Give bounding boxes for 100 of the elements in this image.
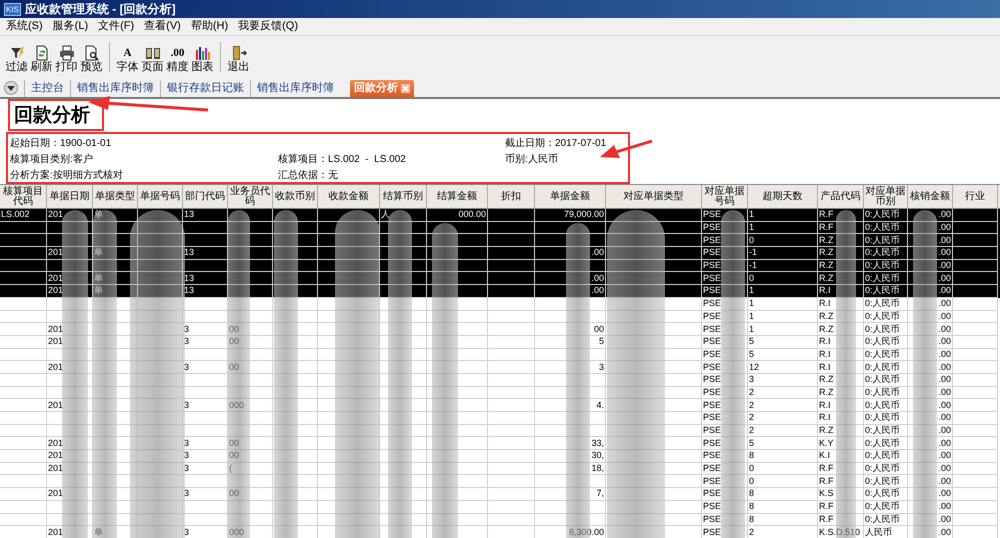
toolbar-button[interactable]: 预览 bbox=[79, 38, 104, 74]
table-cell: PSE bbox=[703, 348, 722, 360]
column-header[interactable]: 核算项目代码 bbox=[0, 185, 47, 208]
table-cell: PSE bbox=[703, 298, 722, 310]
table-cell: 13 bbox=[184, 247, 194, 258]
table-cell: R.I bbox=[819, 336, 831, 348]
tab[interactable]: 主控台 bbox=[24, 80, 70, 96]
table-row[interactable]: 201 3 00 00 PSE 1 R.Z 0:人民币 .00 bbox=[0, 323, 1000, 336]
toolbar-button[interactable]: 打印 bbox=[54, 38, 79, 74]
table-cell: 000 bbox=[229, 400, 244, 411]
table-row[interactable]: 201 3 00 7, PSE 8 K.S 0:人民币 .00 bbox=[0, 488, 1000, 501]
tab[interactable]: 银行存款日记账 bbox=[160, 80, 250, 96]
table-row[interactable]: 201 单 13 .00 PSE -1 R.Z 0:人民币 .00 bbox=[0, 247, 1000, 260]
table-cell: R.Z bbox=[819, 272, 834, 284]
menu-item[interactable]: 我要反馈(Q) bbox=[238, 18, 298, 35]
exit-door-icon bbox=[230, 45, 246, 61]
toolbar-button[interactable]: 过滤 bbox=[4, 38, 29, 74]
table-cell: PSE bbox=[703, 272, 722, 284]
table-cell: 3 bbox=[184, 362, 190, 373]
table-cell: R.Z bbox=[819, 310, 834, 322]
column-header[interactable]: 单据日期 bbox=[47, 185, 93, 208]
table-cell: 5 bbox=[749, 336, 754, 348]
table-row[interactable]: PSE 1 R.Z 0:人民币 .00 bbox=[0, 310, 1000, 324]
toolbar-button[interactable]: 图表 bbox=[190, 38, 215, 74]
table-row[interactable]: PSE 2 R.Z 0:人民币 .00 bbox=[0, 424, 1000, 438]
column-header[interactable]: 单据金额 bbox=[535, 185, 606, 208]
tab[interactable]: 销售出库序时簿 bbox=[250, 80, 340, 96]
table-row[interactable]: 201 3 00 5 PSE 5 R.I 0:人民币 .00 bbox=[0, 336, 1000, 349]
table-cell: 00 bbox=[229, 450, 240, 462]
table-row[interactable]: PSE 0 R.Z 0:人民币 .00 bbox=[0, 234, 1000, 248]
column-header[interactable]: 对应单据号码 bbox=[702, 185, 748, 208]
table-cell: PSE bbox=[703, 247, 722, 258]
table-row[interactable]: PSE 2 R.Z 0:人民币 .00 bbox=[0, 386, 1000, 400]
table-row[interactable]: PSE 2 R.I 0:人民币 .00 bbox=[0, 412, 1000, 425]
column-header[interactable]: 对应单据币别 bbox=[864, 185, 908, 208]
table-row[interactable]: 201 单 13 .00 PSE 0 R.Z 0:人民币 .00 bbox=[0, 272, 1000, 286]
toolbar-button[interactable]: 刷新 bbox=[29, 38, 54, 74]
table-cell: R.F bbox=[819, 501, 834, 512]
column-header[interactable]: 行业 bbox=[953, 185, 998, 208]
table-cell: .00 bbox=[938, 310, 951, 322]
table-row[interactable]: PSE 1 R.F 0:人民币 .00 bbox=[0, 222, 1000, 234]
table-cell: 201 bbox=[48, 336, 64, 348]
tab-list-button[interactable] bbox=[4, 81, 18, 95]
table-row[interactable]: PSE 0 R.F 0:人民币 .00 bbox=[0, 475, 1000, 488]
column-header[interactable]: 单据类型 bbox=[93, 185, 138, 208]
table-row[interactable]: 201 3 000 4. PSE 2 R.I 0:人民币 .00 bbox=[0, 399, 1000, 412]
column-header[interactable]: 单据号码 bbox=[138, 185, 183, 208]
toolbar-button[interactable]: 页面 bbox=[140, 38, 165, 74]
table-cell: R.F bbox=[819, 476, 834, 487]
column-header[interactable]: 收款币别 bbox=[273, 185, 318, 208]
table-cell: PSE bbox=[703, 400, 722, 411]
table-row[interactable]: PSE 5 R.I 0:人民币 .00 bbox=[0, 348, 1000, 362]
column-header[interactable]: 对应单据类型 bbox=[606, 185, 702, 208]
close-icon[interactable] bbox=[401, 84, 410, 92]
column-header[interactable]: 业务员代码 bbox=[228, 185, 273, 208]
column-header[interactable]: 结算币别 bbox=[380, 185, 427, 208]
column-header[interactable]: 折扣 bbox=[488, 185, 535, 208]
column-header[interactable]: 部门代码 bbox=[183, 185, 228, 208]
table-row[interactable]: PSE 8 R.F 0:人民币 .00 bbox=[0, 514, 1000, 526]
table-cell: R.I bbox=[819, 362, 831, 373]
menu-item[interactable]: 文件(F) bbox=[98, 18, 134, 35]
table-row[interactable]: 201 3 00 3 PSE 12 R.I 0:人民币 .00 bbox=[0, 361, 1000, 374]
column-header[interactable]: 结算金额 bbox=[427, 185, 488, 208]
table-cell: 单 bbox=[94, 285, 103, 296]
toolbar-button[interactable]: A 字体 bbox=[115, 38, 140, 74]
menu-item[interactable]: 查看(V) bbox=[144, 18, 181, 35]
column-header[interactable]: 收款金额 bbox=[318, 185, 380, 208]
table-cell: PSE bbox=[703, 260, 722, 272]
table-cell: R.I bbox=[819, 285, 831, 296]
table-cell: .00 bbox=[938, 348, 951, 360]
menu-item[interactable]: 服务(L) bbox=[52, 18, 88, 35]
table-cell: 3 bbox=[184, 526, 190, 538]
table-cell: 13 bbox=[184, 272, 194, 284]
column-header[interactable]: 核销金额 bbox=[908, 185, 953, 208]
menu-item[interactable]: 帮助(H) bbox=[190, 18, 228, 35]
table-row[interactable]: 201 3 00 30, PSE 8 K.I 0:人民币 .00 bbox=[0, 450, 1000, 463]
table-cell: 201 bbox=[48, 362, 64, 373]
column-header[interactable]: 超期天数 bbox=[748, 185, 818, 208]
table-row[interactable]: 201 3 00 33, PSE 5 K.Y 0:人民币 .00 bbox=[0, 437, 1000, 450]
table-cell: 3 bbox=[749, 374, 754, 386]
toolbar-button[interactable]: .00 精度 bbox=[165, 38, 190, 74]
table-cell: 0:人民币 bbox=[865, 222, 900, 234]
column-header[interactable]: 产品代码 bbox=[818, 185, 864, 208]
table-cell: 3 bbox=[184, 438, 190, 449]
table-cell: 0 bbox=[749, 272, 754, 284]
table-row[interactable]: PSE 1 R.I 0:人民币 .00 bbox=[0, 298, 1000, 310]
table-cell: 0:人民币 bbox=[865, 362, 900, 373]
table-row[interactable]: PSE -1 R.Z 0:人民币 .00 bbox=[0, 260, 1000, 272]
menu-item[interactable]: 系统(S) bbox=[6, 18, 43, 35]
table-cell: 000 bbox=[229, 526, 244, 538]
table-cell: PSE bbox=[703, 234, 722, 246]
table-row[interactable]: 201 单 13 .00 PSE 1 R.I 0:人民币 .00 bbox=[0, 285, 1000, 298]
table-cell: .00 bbox=[938, 362, 951, 373]
table-cell: 00 bbox=[229, 488, 240, 500]
table-row[interactable]: PSE 3 R.Z 0:人民币 .00 bbox=[0, 374, 1000, 387]
table-row[interactable]: PSE 8 R.F 0:人民币 .00 bbox=[0, 500, 1000, 514]
toolbar-button[interactable]: 退出 bbox=[226, 38, 251, 74]
table-cell: .00 bbox=[938, 450, 951, 462]
table-row[interactable]: 201 3 ( 18, PSE 0 R.F 0:人民币 .00 bbox=[0, 462, 1000, 476]
table-row[interactable]: LS.002 201 单 13 人 000.00 79,000.00 PSE 1 R.F 0:人民币 .00 bbox=[0, 209, 1000, 222]
